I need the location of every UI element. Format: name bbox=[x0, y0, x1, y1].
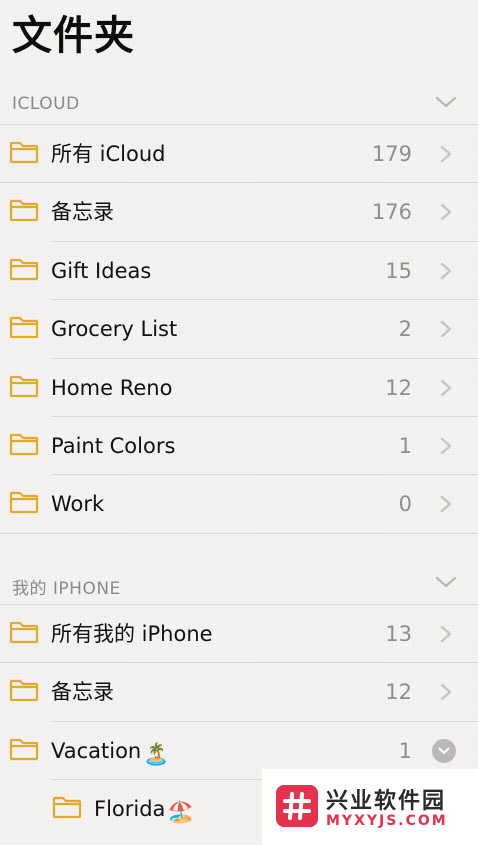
folder-icon bbox=[9, 141, 39, 164]
folder-row-iphone-notes[interactable]: 备忘录 12 bbox=[0, 663, 478, 721]
note-count: 12 bbox=[385, 376, 412, 400]
notes-folders-screen: 文件夹 ICLOUD 所有 iCloud 179 备忘录 176 Gift Id… bbox=[0, 0, 478, 845]
beach-umbrella-emoji: 🏖️ bbox=[167, 800, 194, 824]
folder-icon bbox=[9, 199, 39, 222]
folder-icon bbox=[52, 796, 82, 819]
folder-row-paint-colors[interactable]: Paint Colors 1 bbox=[0, 417, 478, 475]
section-label-icloud: ICLOUD bbox=[12, 94, 80, 114]
section-header-icloud[interactable]: ICLOUD bbox=[0, 82, 478, 126]
folder-name: 所有 iCloud bbox=[51, 142, 166, 166]
note-count: 13 bbox=[385, 622, 412, 646]
folder-row-gift-ideas[interactable]: Gift Ideas 15 bbox=[0, 242, 478, 300]
section-divider bbox=[0, 533, 478, 534]
folder-icon bbox=[9, 375, 39, 398]
note-count: 15 bbox=[385, 259, 412, 283]
folder-name: Gift Ideas bbox=[51, 259, 152, 283]
folder-name-with-emoji: Florida🏖️ bbox=[94, 795, 194, 826]
folder-name-with-emoji: Vacation🏝️ bbox=[51, 737, 169, 768]
folder-row-home-reno[interactable]: Home Reno 12 bbox=[0, 359, 478, 417]
folder-name: Florida bbox=[94, 797, 166, 821]
chevron-down-icon bbox=[438, 747, 450, 754]
folder-name: 备忘录 bbox=[51, 680, 114, 704]
note-count: 176 bbox=[371, 200, 412, 224]
note-count: 1 bbox=[398, 739, 412, 763]
folder-icon bbox=[9, 738, 39, 761]
note-count: 0 bbox=[398, 492, 412, 516]
folder-name: 所有我的 iPhone bbox=[51, 622, 213, 646]
note-count: 1 bbox=[398, 434, 412, 458]
folder-row-work[interactable]: Work 0 bbox=[0, 475, 478, 533]
folder-name: Work bbox=[51, 492, 105, 516]
page-title: 文件夹 bbox=[12, 13, 135, 59]
folder-icon bbox=[9, 316, 39, 339]
folder-row-notes[interactable]: 备忘录 176 bbox=[0, 183, 478, 241]
hash-icon bbox=[283, 792, 311, 820]
folder-icon bbox=[9, 679, 39, 702]
note-count: 12 bbox=[385, 680, 412, 704]
section-header-iphone[interactable]: 我的 IPHONE bbox=[0, 562, 478, 606]
folder-name: 备忘录 bbox=[51, 200, 114, 224]
folder-icon bbox=[9, 621, 39, 644]
chevron-down-icon bbox=[435, 576, 457, 588]
folder-row-all-icloud[interactable]: 所有 iCloud 179 bbox=[0, 125, 478, 183]
folder-row-grocery-list[interactable]: Grocery List 2 bbox=[0, 300, 478, 358]
watermark: 兴业软件园 MYXYJS.COM bbox=[262, 769, 478, 845]
chevron-right-icon bbox=[440, 203, 452, 221]
chevron-right-icon bbox=[440, 683, 452, 701]
folder-row-all-iphone[interactable]: 所有我的 iPhone 13 bbox=[0, 605, 478, 663]
chevron-down-icon bbox=[435, 96, 457, 108]
folder-name: Grocery List bbox=[51, 317, 178, 341]
folder-name: Home Reno bbox=[51, 376, 173, 400]
chevron-right-icon bbox=[440, 379, 452, 397]
watermark-cn-text: 兴业软件园 bbox=[326, 789, 447, 814]
watermark-logo bbox=[276, 785, 318, 827]
folder-icon bbox=[9, 258, 39, 281]
folder-icon bbox=[9, 433, 39, 456]
chevron-right-icon bbox=[440, 625, 452, 643]
section-label-iphone: 我的 IPHONE bbox=[12, 579, 121, 599]
chevron-right-icon bbox=[440, 495, 452, 513]
desert-island-emoji: 🏝️ bbox=[143, 742, 170, 766]
note-count: 179 bbox=[371, 142, 412, 166]
folder-icon bbox=[9, 491, 39, 514]
folder-name: Vacation bbox=[51, 739, 142, 763]
collapse-subfolders-button[interactable] bbox=[432, 739, 456, 763]
chevron-right-icon bbox=[440, 437, 452, 455]
chevron-right-icon bbox=[440, 320, 452, 338]
note-count: 2 bbox=[398, 317, 412, 341]
chevron-right-icon bbox=[440, 145, 452, 163]
chevron-right-icon bbox=[440, 262, 452, 280]
watermark-en-text: MYXYJS.COM bbox=[326, 813, 448, 829]
folder-name: Paint Colors bbox=[51, 434, 176, 458]
